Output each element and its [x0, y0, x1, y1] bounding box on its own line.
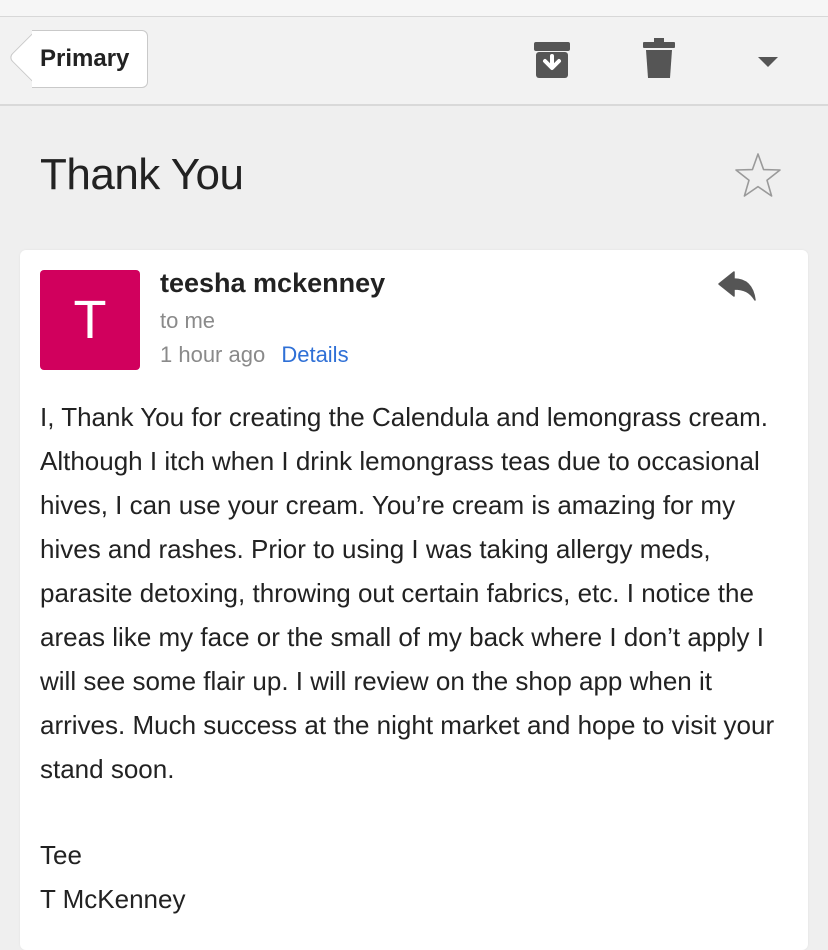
timestamp: 1 hour ago [160, 342, 266, 367]
signature-line-2: T McKenney [40, 884, 186, 914]
back-button-label: Primary [32, 30, 149, 88]
reply-icon[interactable] [717, 270, 757, 304]
status-strip [0, 0, 828, 17]
back-button[interactable]: Primary [12, 30, 149, 88]
back-arrow-icon [12, 30, 32, 88]
caret-down-icon[interactable] [756, 55, 780, 69]
star-icon[interactable] [734, 152, 782, 198]
signature-line-1: Tee [40, 840, 82, 870]
avatar: T [40, 270, 140, 370]
toolbar: Primary [0, 17, 828, 106]
message-body: I, Thank You for creating the Calendula … [40, 402, 775, 784]
details-link[interactable]: Details [281, 342, 348, 367]
trash-icon[interactable] [643, 38, 675, 78]
archive-icon[interactable] [533, 41, 571, 79]
email-subject: Thank You [40, 150, 244, 199]
message-meta: 1 hour ago Details [160, 342, 349, 368]
sender-name: teesha mckenney [160, 268, 386, 298]
recipient-label: to me [160, 308, 216, 333]
message-card: T teesha mckenney to me 1 hour ago Detai… [20, 250, 808, 950]
